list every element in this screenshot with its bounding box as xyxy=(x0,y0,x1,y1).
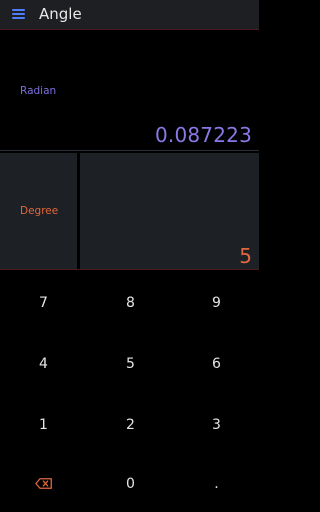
key-5[interactable]: 5 xyxy=(87,333,174,394)
backspace-icon xyxy=(35,478,52,489)
backspace-button[interactable] xyxy=(0,455,87,512)
degree-label-panel[interactable]: Degree xyxy=(0,153,77,269)
key-0[interactable]: 0 xyxy=(87,455,174,512)
radian-panel[interactable]: Radian 0.087223 xyxy=(0,30,259,151)
degree-label: Degree xyxy=(20,205,59,217)
radian-label: Radian xyxy=(20,85,57,97)
key-9[interactable]: 9 xyxy=(174,272,259,333)
menu-icon[interactable] xyxy=(12,8,26,20)
keypad: 7 8 9 4 5 6 1 2 3 0 . xyxy=(0,272,259,512)
degree-value: 5 xyxy=(239,244,252,268)
radian-value: 0.087223 xyxy=(154,123,252,147)
key-4[interactable]: 4 xyxy=(0,333,87,394)
app-bar: Angle xyxy=(0,0,259,30)
key-8[interactable]: 8 xyxy=(87,272,174,333)
page-title: Angle xyxy=(39,5,82,23)
degree-divider xyxy=(0,269,259,270)
key-6[interactable]: 6 xyxy=(174,333,259,394)
key-2[interactable]: 2 xyxy=(87,394,174,455)
key-1[interactable]: 1 xyxy=(0,394,87,455)
degree-value-panel[interactable]: 5 xyxy=(80,153,259,269)
key-3[interactable]: 3 xyxy=(174,394,259,455)
key-7[interactable]: 7 xyxy=(0,272,87,333)
key-decimal[interactable]: . xyxy=(174,455,259,512)
